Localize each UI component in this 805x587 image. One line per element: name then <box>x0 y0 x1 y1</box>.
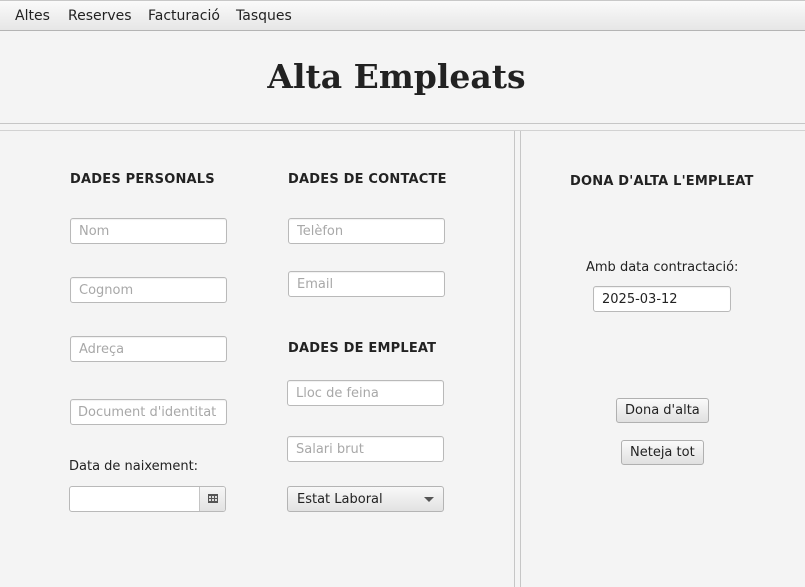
calendar-button[interactable] <box>199 487 225 511</box>
contact-data-title: DADES DE CONTACTE <box>288 172 447 187</box>
menu-reserves[interactable]: Reserves <box>68 8 132 24</box>
header-divider-lower <box>0 130 805 131</box>
header: Alta Empleats <box>0 31 805 124</box>
hire-date-label: Amb data contractació: <box>586 260 739 275</box>
employment-status-select[interactable]: Estat Laboral <box>287 486 444 512</box>
panel-divider-inner <box>520 131 521 587</box>
calendar-icon <box>208 494 218 503</box>
gross-salary-input[interactable] <box>287 436 444 462</box>
employment-status-value: Estat Laboral <box>297 492 383 507</box>
birth-date-input[interactable] <box>70 487 200 511</box>
birth-date-picker <box>69 486 226 512</box>
personal-data-title: DADES PERSONALS <box>70 172 215 187</box>
page-title: Alta Empleats <box>267 57 526 96</box>
surname-input[interactable] <box>70 277 227 303</box>
chevron-down-icon <box>424 497 434 502</box>
employee-data-title: DADES DE EMPLEAT <box>288 341 437 356</box>
header-divider <box>0 123 805 124</box>
menu-altes[interactable]: Altes <box>15 8 50 24</box>
hire-date-input[interactable] <box>593 286 731 312</box>
job-position-input[interactable] <box>287 380 444 406</box>
phone-input[interactable] <box>288 218 445 244</box>
menu-tasques[interactable]: Tasques <box>236 8 292 24</box>
clear-all-button[interactable]: Neteja tot <box>621 440 704 465</box>
name-input[interactable] <box>70 218 227 244</box>
panel-divider <box>514 131 515 587</box>
menu-facturacio[interactable]: Facturació <box>148 8 220 24</box>
menu-bar: Altes Reserves Facturació Tasques <box>0 0 805 31</box>
email-input[interactable] <box>288 271 445 297</box>
id-document-input[interactable] <box>70 399 227 425</box>
birth-date-label: Data de naixement: <box>69 459 199 474</box>
register-title: DONA D'ALTA L'EMPLEAT <box>570 174 754 189</box>
register-button[interactable]: Dona d'alta <box>616 398 709 423</box>
address-input[interactable] <box>70 336 227 362</box>
